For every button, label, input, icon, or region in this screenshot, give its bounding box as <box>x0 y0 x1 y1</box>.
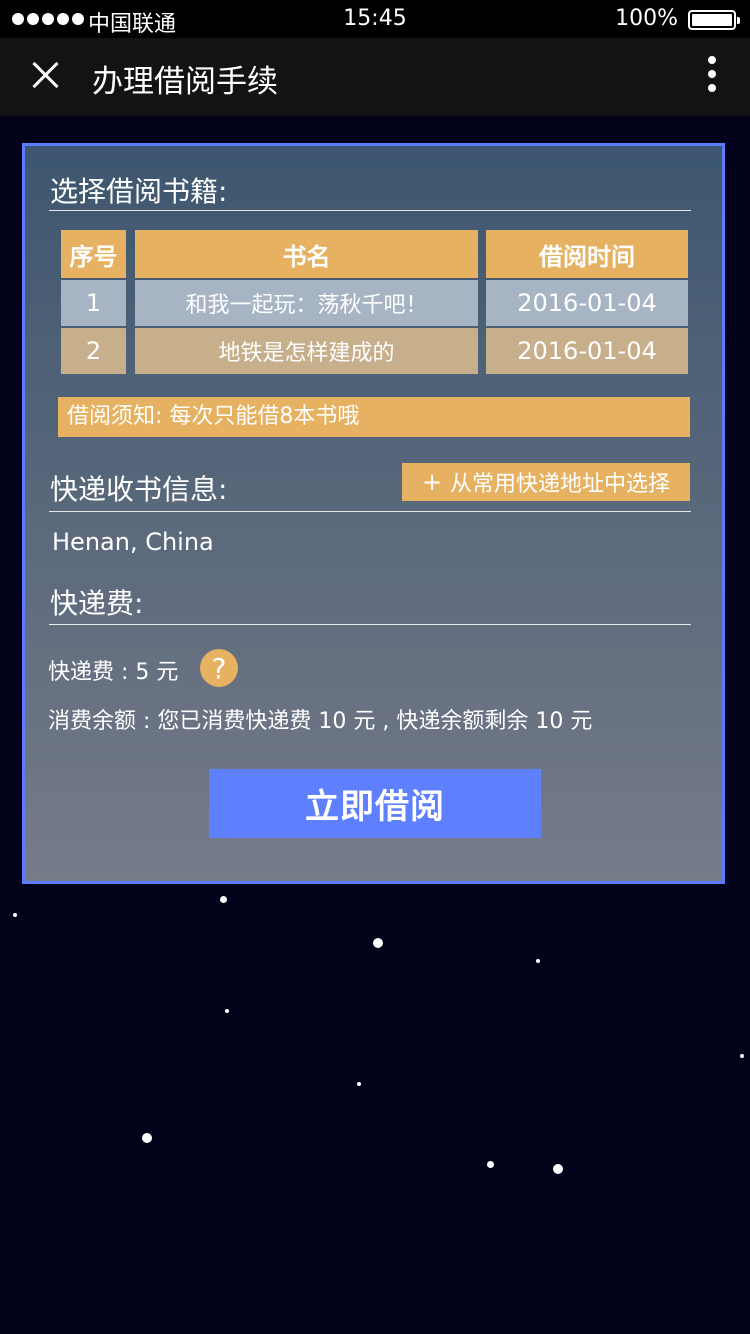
delivery-section-title: 快递收书信息: <box>50 473 228 506</box>
nav-bar: 办理借阅手续 <box>0 38 750 116</box>
battery-icon <box>688 10 740 30</box>
delivery-address[interactable]: Henan, China <box>52 528 214 556</box>
divider <box>49 511 691 512</box>
row-1-date: 2016-01-04 <box>486 280 688 326</box>
column-header-date: 借阅时间 <box>486 230 688 278</box>
row-1-index: 1 <box>61 280 126 326</box>
fee-amount: 快递费 : 5 元 <box>48 660 179 685</box>
row-2-date: 2016-01-04 <box>486 328 688 374</box>
fee-section-title: 快递费: <box>50 587 144 620</box>
row-2-title[interactable]: 地铁是怎样建成的 <box>135 328 478 374</box>
more-icon[interactable] <box>702 56 722 98</box>
star <box>357 1082 361 1086</box>
star <box>220 896 227 903</box>
status-bar: 中国联通 15:45 100% <box>0 0 750 38</box>
borrow-notice: 借阅须知: 每次只能借8本书哦 <box>58 397 690 437</box>
star <box>373 938 383 948</box>
pick-address-button[interactable]: + 从常用快递地址中选择 <box>402 463 690 501</box>
star <box>740 1054 744 1058</box>
column-header-index: 序号 <box>61 230 126 278</box>
balance-info: 消费余额 : 您已消费快递费 10 元 , 快递余额剩余 10 元 <box>48 709 593 734</box>
star <box>487 1161 494 1168</box>
row-1-title[interactable]: 和我一起玩：荡秋千吧！ <box>135 280 478 326</box>
battery-percent: 100% <box>615 6 678 31</box>
row-2-index: 2 <box>61 328 126 374</box>
star <box>225 1009 229 1013</box>
column-header-title: 书名 <box>135 230 478 278</box>
star <box>13 913 17 917</box>
divider <box>49 210 691 211</box>
star <box>553 1164 563 1174</box>
plus-icon: + <box>421 468 443 496</box>
pick-address-label: 从常用快递地址中选择 <box>450 472 671 497</box>
borrow-panel: 选择借阅书籍: 序号 书名 借阅时间 1 和我一起玩：荡秋千吧！ 2016-01… <box>22 143 725 884</box>
star <box>536 959 540 963</box>
borrow-now-button[interactable]: 立即借阅 <box>209 769 541 838</box>
page-title: 办理借阅手续 <box>92 64 278 100</box>
star <box>142 1133 152 1143</box>
books-section-title: 选择借阅书籍: <box>50 175 228 208</box>
divider <box>49 624 691 625</box>
help-icon[interactable]: ? <box>200 649 238 687</box>
close-icon[interactable] <box>28 58 62 92</box>
